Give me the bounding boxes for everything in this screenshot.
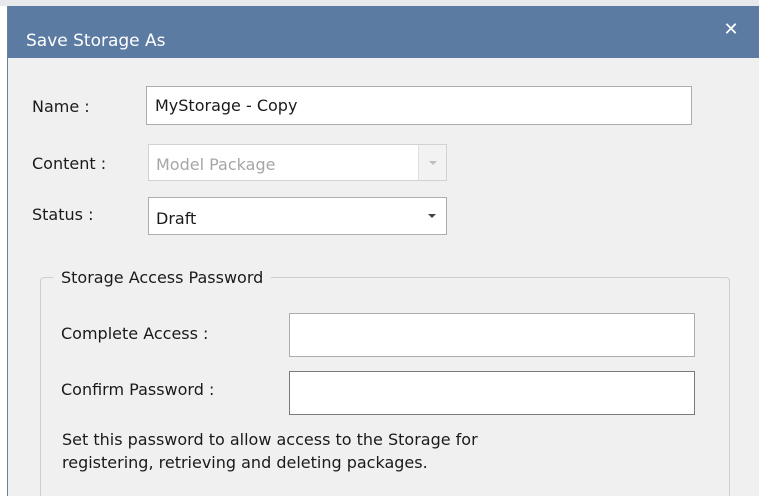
chevron-down-icon (428, 160, 437, 165)
dialog-titlebar[interactable]: Save Storage As ✕ (8, 6, 759, 58)
content-dropdown-button (418, 145, 446, 180)
complete-access-input[interactable] (289, 313, 695, 357)
content-label: Content : (32, 154, 107, 173)
name-input[interactable] (146, 86, 692, 125)
password-help-line-1: Set this password to allow access to the… (62, 430, 478, 449)
confirm-password-input[interactable] (289, 371, 695, 415)
storage-access-password-legend: Storage Access Password (53, 268, 272, 287)
name-label: Name : (32, 97, 90, 116)
save-storage-as-dialog: Save Storage As ✕ Name : Content : Model… (7, 6, 759, 496)
status-select[interactable]: Draft (148, 197, 447, 235)
content-select: Model Package (148, 144, 447, 181)
close-icon: ✕ (723, 18, 739, 40)
status-dropdown-button[interactable] (418, 198, 446, 234)
dialog-title: Save Storage As (26, 31, 166, 51)
close-button[interactable]: ✕ (711, 12, 751, 46)
complete-access-label: Complete Access : (61, 324, 209, 343)
confirm-password-label: Confirm Password : (61, 380, 215, 399)
status-select-value: Draft (156, 208, 197, 228)
content-select-value: Model Package (156, 155, 276, 174)
chevron-down-icon (428, 214, 436, 218)
dialog-client-area: Name : Content : Model Package Status : … (8, 58, 759, 496)
password-help-text: Set this password to allow access to the… (62, 428, 682, 474)
password-help-line-2: registering, retrieving and deleting pac… (62, 453, 428, 472)
status-label: Status : (32, 205, 94, 224)
